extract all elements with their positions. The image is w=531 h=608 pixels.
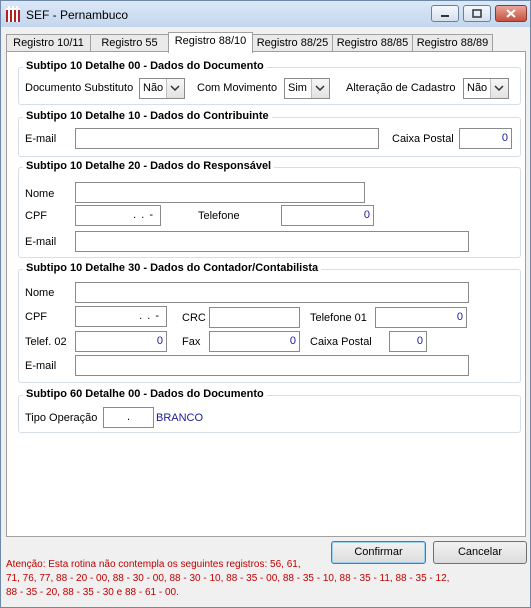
group-dados-responsavel: Subtipo 10 Detalhe 20 - Dados do Respons… [18, 160, 521, 258]
group-title: Subtipo 10 Detalhe 30 - Dados do Contado… [23, 262, 322, 274]
group-title: Subtipo 10 Detalhe 00 - Dados do Documen… [23, 60, 267, 72]
tab-registro-88-89[interactable]: Registro 88/89 [412, 34, 493, 52]
warning-message: Atenção: Esta rotina não contempla os se… [6, 558, 526, 600]
responsavel-email-input[interactable] [75, 231, 469, 252]
minimize-button[interactable] [431, 5, 459, 22]
alteracao-cadastro-select[interactable]: Não [463, 78, 509, 99]
warning-line: 71, 76, 77, 88 - 20 - 00, 88 - 30 - 00, … [6, 573, 450, 584]
contador-telef02-input[interactable]: 0 [75, 331, 167, 352]
responsavel-nome-input[interactable] [75, 182, 365, 203]
contador-fax-input[interactable]: 0 [209, 331, 300, 352]
tab-registro-10-11[interactable]: Registro 10/11 [6, 34, 91, 52]
group-dados-documento-60: Subtipo 60 Detalhe 00 - Dados do Documen… [18, 388, 521, 433]
caixa-postal-label: Caixa Postal [310, 336, 372, 348]
chevron-down-icon [490, 79, 508, 98]
com-movimento-select[interactable]: Sim [284, 78, 330, 99]
warning-line: Atenção: Esta rotina não contempla os se… [6, 559, 301, 570]
alteracao-cadastro-value: Não [467, 82, 488, 94]
nome-label: Nome [25, 188, 55, 200]
com-movimento-value: Sim [288, 82, 307, 94]
tipo-operacao-input[interactable]: . [103, 407, 154, 428]
doc-substituto-value: Não [143, 82, 164, 94]
contador-email-input[interactable] [75, 355, 469, 376]
tab-strip: Registro 10/11 Registro 55 Registro 88/1… [6, 32, 526, 53]
email-label: E-mail [25, 133, 57, 145]
tab-registro-55[interactable]: Registro 55 [90, 34, 169, 52]
group-title: Subtipo 10 Detalhe 20 - Dados do Respons… [23, 160, 275, 172]
tab-registro-88-10[interactable]: Registro 88/10 [168, 32, 253, 53]
tab-panel: Subtipo 10 Detalhe 00 - Dados do Documen… [6, 51, 526, 537]
group-dados-contribuinte: Subtipo 10 Detalhe 10 - Dados do Contrib… [18, 110, 521, 157]
responsavel-telefone-input[interactable]: 0 [281, 205, 374, 226]
group-title: Subtipo 60 Detalhe 00 - Dados do Documen… [23, 388, 267, 400]
contribuinte-caixa-postal-input[interactable]: 0 [459, 128, 512, 149]
doc-substituto-label: Documento Substituto [25, 82, 134, 94]
contador-cpf-input[interactable]: . . - [75, 306, 167, 327]
contador-nome-input[interactable] [75, 282, 469, 303]
caixa-postal-label: Caixa Postal [392, 133, 454, 145]
telefone-label: Telefone [198, 210, 240, 222]
alteracao-cadastro-label: Alteração de Cadastro [346, 82, 456, 94]
responsavel-cpf-input[interactable]: . . - [75, 205, 161, 226]
tipo-operacao-description: BRANCO [156, 412, 204, 424]
telefone01-label: Telefone 01 [310, 312, 367, 324]
cpf-label: CPF [25, 210, 47, 222]
fax-label: Fax [182, 336, 201, 348]
window-title: SEF - Pernambuco [26, 8, 129, 22]
chevron-down-icon [166, 79, 184, 98]
warning-line: 88 - 35 - 20, 88 - 35 - 30 e 88 - 61 - 0… [6, 587, 179, 598]
title-bar[interactable]: SEF - Pernambuco [1, 1, 530, 27]
tab-registro-88-85[interactable]: Registro 88/85 [332, 34, 413, 52]
group-title: Subtipo 10 Detalhe 10 - Dados do Contrib… [23, 110, 272, 122]
tipo-operacao-label: Tipo Operação [25, 412, 98, 424]
group-dados-contador: Subtipo 10 Detalhe 30 - Dados do Contado… [18, 262, 521, 383]
cpf-label: CPF [25, 311, 47, 323]
tab-registro-88-25[interactable]: Registro 88/25 [252, 34, 333, 52]
doc-substituto-select[interactable]: Não [139, 78, 185, 99]
contador-crc-input[interactable] [209, 307, 300, 328]
chevron-down-icon [311, 79, 329, 98]
contador-caixa-postal-input[interactable]: 0 [389, 331, 427, 352]
crc-label: CRC [182, 312, 206, 324]
close-button[interactable] [495, 5, 527, 22]
contribuinte-email-input[interactable] [75, 128, 379, 149]
maximize-button[interactable] [463, 5, 491, 22]
app-window: SEF - Pernambuco Registro 10/11 Registro… [0, 0, 531, 608]
group-dados-documento: Subtipo 10 Detalhe 00 - Dados do Documen… [18, 60, 521, 105]
contador-telefone01-input[interactable]: 0 [375, 307, 467, 328]
com-movimento-label: Com Movimento [197, 82, 278, 94]
app-logo-icon [6, 6, 20, 22]
nome-label: Nome [25, 287, 55, 299]
telef02-label: Telef. 02 [25, 336, 67, 348]
email-label: E-mail [25, 360, 57, 372]
email-label: E-mail [25, 236, 57, 248]
